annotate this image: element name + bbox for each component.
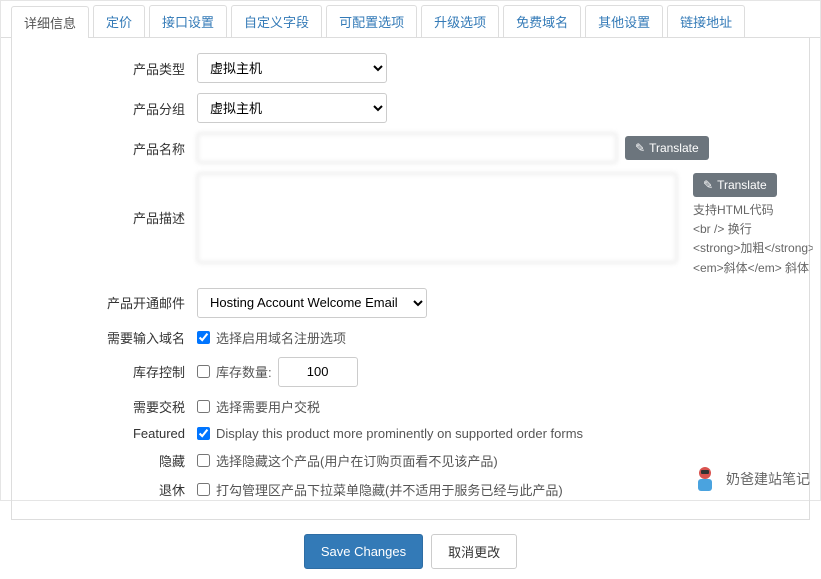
checkbox-label: 打勾管理区产品下拉菜单隐藏(并不适用于服务已经与此产品) — [216, 480, 563, 499]
tabs-bar: 详细信息 定价 接口设置 自定义字段 可配置选项 升级选项 免费域名 其他设置 … — [1, 1, 820, 38]
translate-name-button[interactable]: ✎ Translate — [625, 136, 709, 160]
input-stock-qty[interactable] — [278, 357, 358, 387]
textarea-product-desc[interactable] — [197, 173, 677, 263]
label-welcome-email: 产品开通邮件 — [27, 293, 197, 312]
watermark: 奶爸建站笔记 — [690, 464, 810, 494]
label-product-group: 产品分组 — [27, 99, 197, 118]
avatar-icon — [690, 464, 720, 494]
label-retired: 退休 — [27, 480, 197, 499]
checkbox-label: 选择启用域名注册选项 — [216, 328, 346, 347]
tab-custom-fields[interactable]: 自定义字段 — [231, 5, 322, 37]
tab-detail[interactable]: 详细信息 — [11, 6, 89, 38]
tab-links[interactable]: 链接地址 — [667, 5, 745, 37]
checkbox-tax[interactable] — [197, 400, 210, 413]
checkbox-stock-control[interactable] — [197, 365, 210, 378]
label-require-domain: 需要输入域名 — [27, 328, 197, 347]
select-product-group[interactable]: 虚拟主机 — [197, 93, 387, 123]
footer-actions: Save Changes 取消更改 — [1, 528, 820, 579]
translate-desc-button[interactable]: ✎ Translate — [693, 173, 777, 197]
label-stock-control: 库存控制 — [27, 362, 197, 381]
tab-other[interactable]: 其他设置 — [585, 5, 663, 37]
label-tax: 需要交税 — [27, 397, 197, 416]
form-panel: 产品类型 虚拟主机 产品分组 虚拟主机 产品名称 ✎ Translate 产品描… — [11, 38, 810, 520]
label-product-type: 产品类型 — [27, 59, 197, 78]
input-product-name[interactable] — [197, 133, 617, 163]
checkbox-label: Display this product more prominently on… — [216, 426, 583, 441]
stock-qty-label: 库存数量: — [216, 362, 272, 381]
checkbox-label: 选择隐藏这个产品(用户在订购页面看不见该产品) — [216, 451, 498, 470]
translate-label: Translate — [717, 178, 767, 192]
edit-icon: ✎ — [635, 141, 645, 155]
tab-free-domain[interactable]: 免费域名 — [503, 5, 581, 37]
label-featured: Featured — [27, 426, 197, 441]
edit-icon: ✎ — [703, 178, 713, 192]
tab-config-options[interactable]: 可配置选项 — [326, 5, 417, 37]
translate-label: Translate — [649, 141, 699, 155]
checkbox-featured[interactable] — [197, 427, 210, 440]
select-product-type[interactable]: 虚拟主机 — [197, 53, 387, 83]
checkbox-label: 选择需要用户交税 — [216, 397, 320, 416]
help-text: <strong>加粗</strong> — [693, 241, 813, 255]
select-welcome-email[interactable]: Hosting Account Welcome Email — [197, 288, 427, 318]
cancel-button[interactable]: 取消更改 — [431, 534, 517, 569]
checkbox-require-domain[interactable] — [197, 331, 210, 344]
help-text: 支持HTML代码 — [693, 203, 774, 217]
checkbox-hidden[interactable] — [197, 454, 210, 467]
help-text: <em>斜体</em> 斜体 — [693, 261, 809, 275]
label-hidden: 隐藏 — [27, 451, 197, 470]
watermark-text: 奶爸建站笔记 — [726, 469, 810, 489]
label-product-desc: 产品描述 — [27, 173, 197, 227]
tab-upgrades[interactable]: 升级选项 — [421, 5, 499, 37]
save-button[interactable]: Save Changes — [304, 534, 423, 569]
label-product-name: 产品名称 — [27, 139, 197, 158]
desc-help-block: ✎ Translate 支持HTML代码 <br /> 换行 <strong>加… — [693, 173, 813, 278]
help-text: <br /> 换行 — [693, 222, 752, 236]
tab-module[interactable]: 接口设置 — [149, 5, 227, 37]
tab-pricing[interactable]: 定价 — [93, 5, 145, 37]
checkbox-retired[interactable] — [197, 483, 210, 496]
